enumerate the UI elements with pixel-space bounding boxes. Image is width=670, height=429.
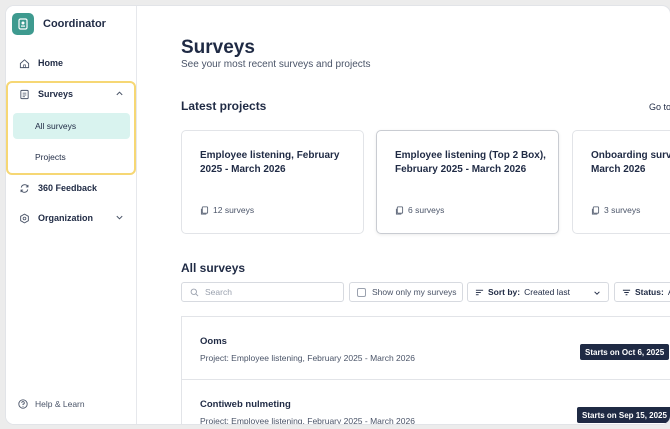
sidebar-item-label: Surveys [38, 89, 74, 99]
latest-projects-title: Latest projects [181, 99, 267, 113]
survey-row[interactable]: Contiweb nulmeting Project: Employee lis… [181, 379, 670, 424]
chevron-up-icon[interactable] [115, 89, 124, 98]
search-icon [190, 288, 199, 296]
home-icon [19, 58, 30, 68]
sort-label: Sort by: [488, 287, 521, 297]
start-date-badge: Starts on Oct 6, 2025 [580, 344, 670, 360]
count-label: 3 surveys [604, 205, 641, 215]
refresh-cycle-icon [20, 183, 29, 193]
count-label: 6 surveys [408, 205, 445, 215]
sidebar-item-360-feedback[interactable]: 360 Feedback [12, 176, 132, 200]
survey-stack-icon [200, 205, 209, 215]
brand[interactable]: Coordinator [12, 13, 106, 35]
survey-stack-icon [395, 205, 404, 215]
sort-select[interactable]: Sort by: Created last [467, 282, 609, 302]
chevron-down-icon [594, 291, 600, 295]
only-my-surveys-toggle[interactable]: Show only my surveys [349, 282, 463, 302]
sidebar-item-organization[interactable]: Organization [12, 206, 132, 230]
page-title: Surveys [181, 37, 255, 58]
project-card[interactable]: Employee listening, February 2025 - Marc… [181, 130, 364, 234]
search-input[interactable] [205, 287, 335, 297]
project-survey-count: 12 surveys [200, 205, 254, 215]
project-survey-count: 3 surveys [591, 205, 640, 215]
project-title-line: March 2026 [591, 164, 646, 175]
survey-icon [20, 89, 29, 99]
go-to-projects-link[interactable]: Go to [649, 102, 670, 112]
brand-name: Coordinator [43, 18, 106, 30]
start-date-badge: Starts on Sep 15, 2025 [577, 407, 670, 423]
project-card-title: Onboarding surv March 2026 [591, 149, 670, 177]
only-my-surveys-label: Show only my surveys [372, 287, 457, 297]
filter-icon [622, 289, 631, 295]
all-surveys-title: All surveys [181, 261, 246, 275]
status-filter[interactable]: Status: Al [614, 282, 670, 302]
sidebar-item-projects[interactable]: Projects [13, 144, 130, 170]
help-learn-link[interactable]: Help & Learn [18, 399, 85, 409]
sort-value: Created last [524, 287, 570, 297]
status-label: Status: [635, 287, 664, 297]
sidebar-item-surveys[interactable]: Surveys [12, 82, 132, 106]
survey-row[interactable]: Ooms Project: Employee listening, Februa… [181, 316, 670, 380]
survey-name: Ooms [200, 336, 227, 347]
main-content: Surveys See your most recent surveys and… [138, 6, 670, 424]
organization-icon [20, 213, 29, 223]
brand-logo-icon [12, 13, 34, 35]
project-card[interactable]: Onboarding surv March 2026 3 surveys [572, 130, 670, 234]
project-title-line: 2025 - March 2026 [200, 164, 286, 175]
project-card[interactable]: Employee listening (Top 2 Box), February… [376, 130, 559, 234]
sidebar-item-label: 360 Feedback [38, 183, 98, 193]
sidebar-item-label: Home [38, 58, 64, 68]
app-window: Coordinator Home Surveys All surveys Pro… [6, 6, 670, 424]
project-title-line: Employee listening (Top 2 Box), [395, 150, 546, 161]
survey-name: Contiweb nulmeting [200, 399, 291, 410]
sidebar-item-all-surveys[interactable]: All surveys [13, 113, 130, 139]
project-title-line: February 2025 - March 2026 [395, 164, 527, 175]
project-survey-count: 6 surveys [395, 205, 444, 215]
survey-project: Project: Employee listening, February 20… [200, 416, 415, 424]
page-subtitle: See your most recent surveys and project… [181, 59, 371, 70]
project-title-line: Employee listening, February [200, 150, 340, 161]
help-label: Help & Learn [35, 399, 85, 409]
sidebar-item-label: Organization [38, 213, 94, 223]
sidebar-item-home[interactable]: Home [12, 51, 132, 75]
survey-stack-icon [591, 205, 600, 215]
search-field[interactable] [181, 282, 344, 302]
only-my-surveys-checkbox[interactable] [357, 287, 366, 297]
sidebar: Coordinator Home Surveys All surveys Pro… [6, 6, 137, 424]
project-title-line: Onboarding surv [591, 150, 670, 161]
help-icon [18, 399, 28, 409]
project-card-title: Employee listening (Top 2 Box), February… [395, 149, 555, 177]
count-label: 12 surveys [213, 205, 255, 215]
project-card-title: Employee listening, February 2025 - Marc… [200, 149, 360, 177]
survey-project: Project: Employee listening, February 20… [200, 353, 415, 363]
sort-icon [475, 289, 484, 295]
chevron-down-icon[interactable] [115, 213, 124, 222]
